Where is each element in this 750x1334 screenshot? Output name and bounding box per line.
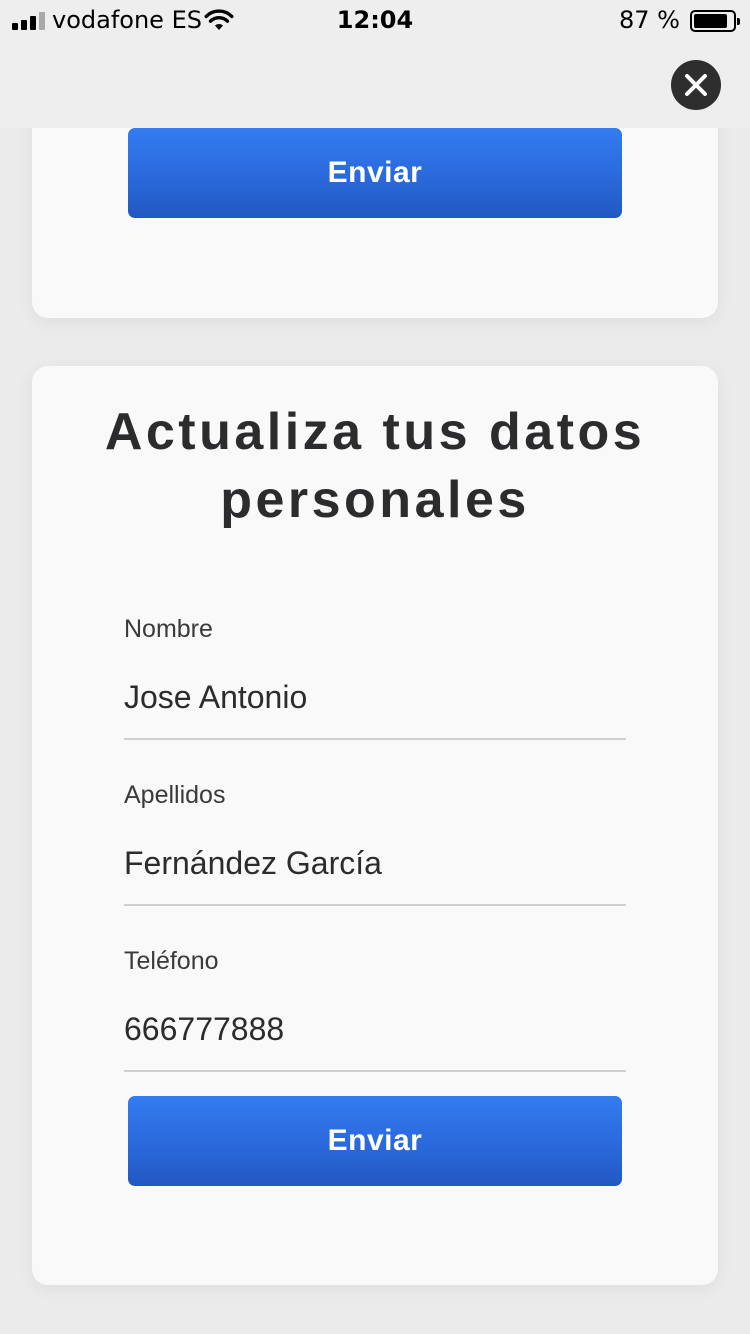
nombre-field: Nombre — [124, 614, 626, 740]
previous-submit-button[interactable]: Enviar — [128, 128, 622, 218]
apellidos-underline — [124, 904, 626, 906]
form-title-line-1: Actualiza tus datos — [104, 403, 646, 461]
telefono-underline — [124, 1070, 626, 1072]
telefono-field: Teléfono — [124, 946, 626, 1072]
telefono-label: Teléfono — [124, 947, 219, 975]
apellidos-label: Apellidos — [124, 781, 226, 809]
top-bar: vodafone ES 12:04 87 % — [0, 0, 750, 128]
apellidos-input[interactable] — [124, 843, 626, 883]
apellidos-field: Apellidos — [124, 780, 626, 906]
close-button[interactable] — [671, 60, 721, 110]
battery-percent: 87 % — [619, 6, 680, 34]
battery-icon — [690, 10, 740, 32]
submit-button[interactable]: Enviar — [128, 1096, 622, 1186]
form-title: Actualiza tus datos personales — [32, 398, 718, 534]
telefono-input[interactable] — [124, 1009, 626, 1049]
status-bar: vodafone ES 12:04 87 % — [0, 0, 750, 40]
battery-fill — [694, 14, 727, 28]
close-icon — [685, 74, 707, 96]
nombre-label: Nombre — [124, 615, 213, 643]
form-title-line-2: personales — [220, 471, 530, 529]
nombre-input[interactable] — [124, 677, 626, 717]
nombre-underline — [124, 738, 626, 740]
personal-data-card: Actualiza tus datos personales Nombre Ap… — [32, 366, 718, 1285]
